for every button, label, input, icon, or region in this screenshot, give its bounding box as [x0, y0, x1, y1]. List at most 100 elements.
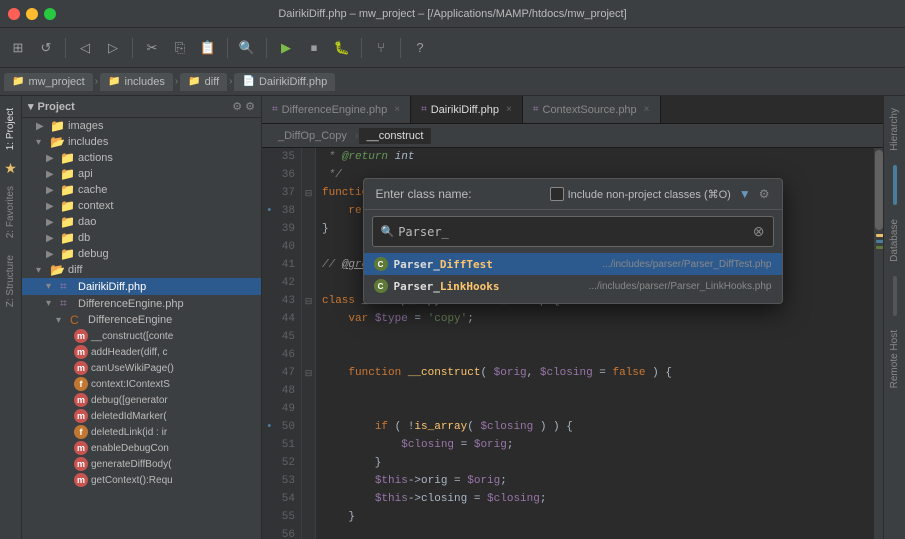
- breadcrumb-construct[interactable]: __construct: [359, 128, 432, 144]
- breadcrumb-arrow-1: ›: [95, 76, 98, 87]
- tree-item-canusewikipage[interactable]: m canUseWikiPage(): [22, 360, 261, 376]
- tree-item-dao[interactable]: ▶ 📁 dao: [22, 214, 261, 230]
- file-tab-differenceengine[interactable]: ⌗ DifferenceEngine.php ×: [262, 96, 411, 123]
- toolbar-btn-run[interactable]: ▶: [274, 36, 298, 60]
- toolbar-btn-stop[interactable]: ⏹: [302, 36, 326, 60]
- nav-tab-includes[interactable]: 📁 includes: [100, 73, 173, 91]
- toolbar-btn-back[interactable]: ◁: [73, 36, 97, 60]
- left-panel-tab-structure[interactable]: Z: Structure: [2, 247, 19, 315]
- method-badge-m5: m: [74, 409, 88, 423]
- toolbar-btn-search[interactable]: 🔍: [235, 36, 259, 60]
- left-panel-tab-project[interactable]: 1: Project: [2, 100, 19, 158]
- minimize-button[interactable]: [26, 8, 38, 20]
- result-classname-2: Parser_LinkHooks: [394, 280, 500, 293]
- result-item-parserdifftest[interactable]: C Parser_DiffTest .../includes/parser/Pa…: [364, 253, 782, 275]
- left-panel-tab-favorites[interactable]: 2: Favorites: [2, 178, 19, 246]
- filter-icon[interactable]: ▼: [739, 187, 751, 201]
- toolbar-sep-3: [227, 38, 228, 58]
- file-tabs: ⌗ DifferenceEngine.php × ⌗ DairikiDiff.p…: [262, 96, 883, 124]
- result-item-parserlinkhooks[interactable]: C Parser_LinkHooks .../includes/parser/P…: [364, 275, 782, 297]
- dialog-options: Include non-project classes (⌘O) ▼ ⚙: [550, 187, 770, 201]
- tree-item-includes[interactable]: ▾ 📂 includes: [22, 134, 261, 150]
- dialog-header: Enter class name: Include non-project cl…: [364, 179, 782, 210]
- nav-breadcrumb: 📁 mw_project › 📁 includes › 📁 diff › 📄 D…: [0, 68, 905, 96]
- dialog-overlay: Enter class name: Include non-project cl…: [262, 148, 883, 539]
- tree-item-diff[interactable]: ▾ 📂 diff: [22, 262, 261, 278]
- tree-item-images[interactable]: ▶ 📁 images: [22, 118, 261, 134]
- tree-item-context[interactable]: f context:IContextS: [22, 376, 261, 392]
- toolbar-btn-help[interactable]: ?: [408, 36, 432, 60]
- clear-search-icon[interactable]: ⊗: [753, 223, 765, 240]
- tree-item-debug[interactable]: m debug([generator: [22, 392, 261, 408]
- tree-item-getcontext[interactable]: m getContext():Requ: [22, 472, 261, 488]
- toolbar-btn-debug[interactable]: 🐛: [330, 36, 354, 60]
- tree-item-cache[interactable]: ▶ 📁 cache: [22, 182, 261, 198]
- tree-arrow-actions: ▶: [46, 153, 60, 164]
- non-project-checkbox-label[interactable]: Include non-project classes (⌘O): [550, 187, 731, 201]
- dialog-settings-icon[interactable]: ⚙: [759, 187, 770, 201]
- close-tab-1[interactable]: ×: [394, 104, 400, 115]
- tree-item-db[interactable]: ▶ 📁 db: [22, 230, 261, 246]
- toolbar: ⊞ ↺ ◁ ▷ ✂ ⎘ 📋 🔍 ▶ ⏹ 🐛 ⑂ ?: [0, 28, 905, 68]
- folder-icon-db: 📁: [60, 231, 76, 245]
- tree-arrow-class-diff: ▾: [56, 315, 70, 326]
- tree-item-addheader[interactable]: m addHeader(diff, c: [22, 344, 261, 360]
- project-sidebar: ▾ Project ⚙ ⚙ ▶ 📁 images ▾ 📂 includes: [22, 96, 262, 539]
- tree-item-api[interactable]: ▶ 📁 api: [22, 166, 261, 182]
- toolbar-btn-forward[interactable]: ▷: [101, 36, 125, 60]
- toolbar-btn-paste[interactable]: 📋: [196, 36, 220, 60]
- project-gear-icon[interactable]: ⚙: [245, 100, 255, 113]
- title-bar: DairikiDiff.php – mw_project – [/Applica…: [0, 0, 905, 28]
- tree-item-construct[interactable]: m __construct([conte: [22, 328, 261, 344]
- right-panel-marker-2: [893, 276, 897, 316]
- toolbar-btn-vcs[interactable]: ⑂: [369, 36, 393, 60]
- project-settings-icon[interactable]: ⚙: [232, 100, 242, 113]
- close-tab-3[interactable]: ×: [644, 104, 650, 115]
- toolbar-sep-2: [132, 38, 133, 58]
- file-tab-dairikidiff[interactable]: ⌗ DairikiDiff.php ×: [411, 96, 523, 123]
- nav-tab-project[interactable]: 📁 mw_project: [4, 73, 93, 91]
- method-badge-f1: f: [74, 377, 88, 391]
- dialog-search-row[interactable]: 🔍 ⊗: [372, 216, 774, 247]
- php-icon-1: ⌗: [272, 104, 278, 115]
- close-tab-2[interactable]: ×: [506, 104, 512, 115]
- toolbar-btn-cut[interactable]: ✂: [140, 36, 164, 60]
- right-panel-tab-database[interactable]: Database: [886, 211, 903, 270]
- tree-item-generatediffbody[interactable]: m generateDiffBody(: [22, 456, 261, 472]
- tree-item-deletedlink[interactable]: f deletedLink(id : ir: [22, 424, 261, 440]
- nav-tab-diff[interactable]: 📁 diff: [180, 73, 227, 91]
- tree-item-dairikidiff[interactable]: ▾ ⌗ DairikiDiff.php: [22, 278, 261, 295]
- folder-icon-api: 📁: [60, 167, 76, 181]
- close-button[interactable]: [8, 8, 20, 20]
- right-panel-tab-hierarchy[interactable]: Hierarchy: [886, 100, 903, 159]
- breadcrumb-arrow-3: ›: [229, 76, 232, 87]
- search-magnifier-icon: 🔍: [381, 225, 395, 238]
- tree-item-enabledebug[interactable]: m enableDebugCon: [22, 440, 261, 456]
- folder-icon-cache: 📁: [60, 183, 76, 197]
- folder-open-icon: 📂: [50, 135, 66, 149]
- file-php-icon-2: ⌗: [60, 296, 76, 311]
- nav-tab-file[interactable]: 📄 DairikiDiff.php: [234, 73, 335, 91]
- tree-item-context[interactable]: ▶ 📁 context: [22, 198, 261, 214]
- breadcrumb-diffop-copy[interactable]: _DiffOp_Copy: [270, 128, 355, 144]
- result-classname-1: Parser_DiffTest: [394, 258, 493, 271]
- right-panel-tab-remotehost[interactable]: Remote Host: [886, 322, 903, 396]
- tree-item-class-diff[interactable]: ▾ C DifferenceEngine: [22, 312, 261, 328]
- project-header: ▾ Project ⚙ ⚙: [22, 96, 261, 118]
- maximize-button[interactable]: [44, 8, 56, 20]
- result-path-2: .../includes/parser/Parser_LinkHooks.php: [589, 281, 772, 292]
- non-project-checkbox[interactable]: [550, 187, 564, 201]
- toolbar-btn-copy[interactable]: ⎘: [168, 36, 192, 60]
- tree-item-actions[interactable]: ▶ 📁 actions: [22, 150, 261, 166]
- tree-arrow-debug: ▶: [46, 249, 60, 260]
- tree-arrow-db: ▶: [46, 233, 60, 244]
- method-badge-m3: m: [74, 361, 88, 375]
- class-name-input[interactable]: [398, 225, 749, 239]
- tree-item-deletedidmarker[interactable]: m deletedIdMarker(: [22, 408, 261, 424]
- tree-item-debug[interactable]: ▶ 📁 debug: [22, 246, 261, 262]
- toolbar-sep-6: [400, 38, 401, 58]
- file-tab-contextsource[interactable]: ⌗ ContextSource.php ×: [523, 96, 661, 123]
- toolbar-btn-grid[interactable]: ⊞: [6, 36, 30, 60]
- toolbar-btn-refresh[interactable]: ↺: [34, 36, 58, 60]
- tree-item-differenceengine[interactable]: ▾ ⌗ DifferenceEngine.php: [22, 295, 261, 312]
